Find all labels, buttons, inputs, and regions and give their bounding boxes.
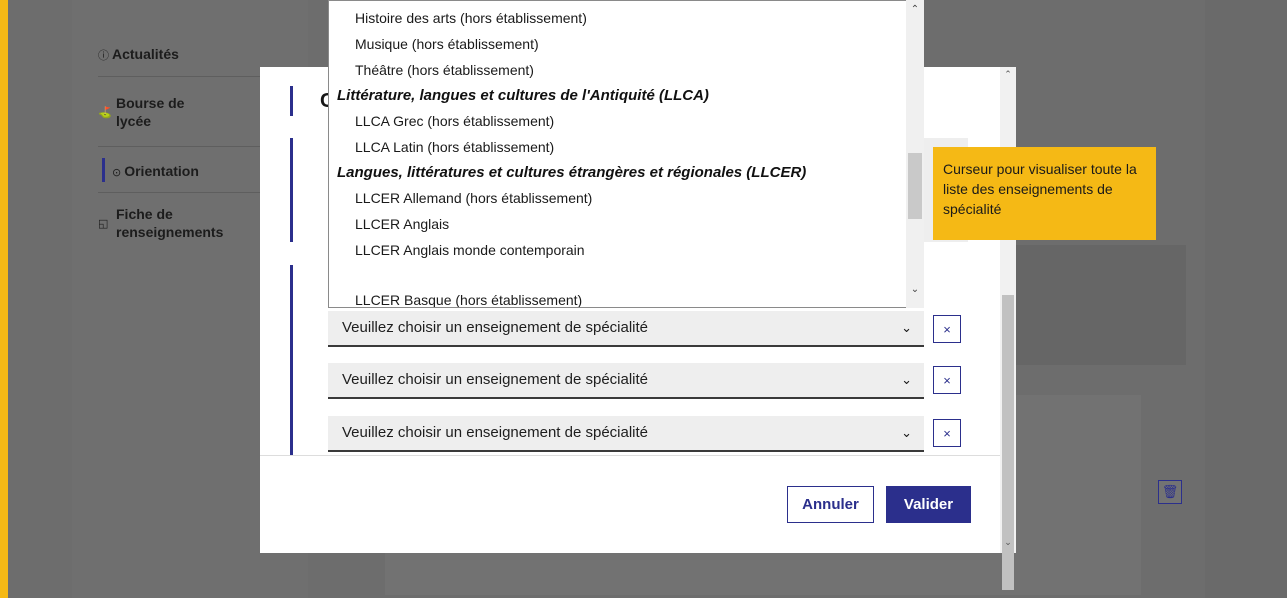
sidebar-item-label: Fiche de xyxy=(116,206,173,222)
list-item[interactable]: LLCER Anglais xyxy=(355,216,449,232)
speciality-select-2[interactable]: Veuillez choisir un enseignement de spéc… xyxy=(328,363,924,399)
sidebar-item-orientation[interactable]: ⊙ Orientation xyxy=(112,162,199,182)
speciality-select-1[interactable]: Veuillez choisir un enseignement de spéc… xyxy=(328,311,924,347)
speciality-dropdown-list[interactable]: Histoire des arts (hors établissement) M… xyxy=(328,0,924,308)
select-value: Veuillez choisir un enseignement de spéc… xyxy=(342,424,649,441)
sidebar-item-label: Actualités xyxy=(112,46,179,62)
remove-select-3-button[interactable]: × xyxy=(933,419,961,447)
list-item[interactable]: Musique (hors établissement) xyxy=(355,36,539,52)
sidebar-item-label: renseignements xyxy=(116,224,224,240)
active-indicator xyxy=(102,158,105,182)
modal-scrollbar[interactable]: ⌃ ⌄ xyxy=(1000,67,1016,590)
scroll-up-icon[interactable]: ⌃ xyxy=(906,4,924,15)
right-panel xyxy=(1205,0,1287,598)
list-item[interactable]: Histoire des arts (hors établissement) xyxy=(355,10,587,26)
list-group-header: Littérature, langues et cultures de l'An… xyxy=(337,87,709,104)
document-icon: ◱ xyxy=(98,218,109,230)
scholarship-icon: ⛳ xyxy=(98,107,112,119)
sidebar-item-fiche[interactable]: ◱ Fiche de renseignements xyxy=(98,205,223,241)
list-item[interactable]: LLCA Latin (hors établissement) xyxy=(355,139,554,155)
list-item[interactable]: LLCER Anglais monde contemporain xyxy=(355,242,585,258)
list-item[interactable]: Théâtre (hors établissement) xyxy=(355,62,534,78)
sidebar-item-bourse[interactable]: ⛳ Bourse de lycée xyxy=(98,94,184,130)
cancel-button[interactable]: Annuler xyxy=(787,486,874,523)
dropdown-scrollbar-thumb[interactable] xyxy=(908,153,922,219)
trash-icon[interactable]: 🗑 xyxy=(1158,480,1182,504)
list-item[interactable]: LLCA Grec (hors établissement) xyxy=(355,113,554,129)
chevron-down-icon: ⌄ xyxy=(901,372,912,387)
speciality-select-3[interactable]: Veuillez choisir un enseignement de spéc… xyxy=(328,416,924,452)
list-group-header: Langues, littératures et cultures étrang… xyxy=(337,164,807,181)
compass-icon: ⊙ xyxy=(112,167,122,179)
sidebar-item-actualites[interactable]: ⓘ Actualités xyxy=(98,45,179,65)
sidebar-item-label: Bourse de xyxy=(116,95,185,111)
dropdown-scrollbar[interactable]: ⌃ ⌄ xyxy=(906,0,924,308)
sidebar-item-label: Orientation xyxy=(124,163,199,179)
scroll-down-icon[interactable]: ⌄ xyxy=(1000,537,1016,548)
help-callout: Curseur pour visualiser toute la liste d… xyxy=(933,147,1156,240)
scroll-down-icon[interactable]: ⌄ xyxy=(906,284,924,295)
list-item[interactable]: LLCER Allemand (hors établissement) xyxy=(355,190,592,206)
section-accent xyxy=(290,265,293,455)
scroll-up-icon[interactable]: ⌃ xyxy=(1000,69,1016,80)
modal-title-accent xyxy=(290,86,293,116)
remove-select-2-button[interactable]: × xyxy=(933,366,961,394)
select-value: Veuillez choisir un enseignement de spéc… xyxy=(342,371,649,388)
chevron-down-icon: ⌄ xyxy=(901,425,912,440)
remove-select-1-button[interactable]: × xyxy=(933,315,961,343)
info-icon: ⓘ xyxy=(98,50,109,62)
accent-left-bar xyxy=(0,0,8,598)
modal-footer-divider xyxy=(260,455,1016,456)
section-accent xyxy=(290,138,293,242)
validate-button[interactable]: Valider xyxy=(886,486,971,523)
chevron-down-icon: ⌄ xyxy=(901,320,912,335)
list-item[interactable]: LLCER Basque (hors établissement) xyxy=(355,292,582,307)
select-value: Veuillez choisir un enseignement de spéc… xyxy=(342,319,649,336)
sidebar-item-label: lycée xyxy=(116,113,152,129)
